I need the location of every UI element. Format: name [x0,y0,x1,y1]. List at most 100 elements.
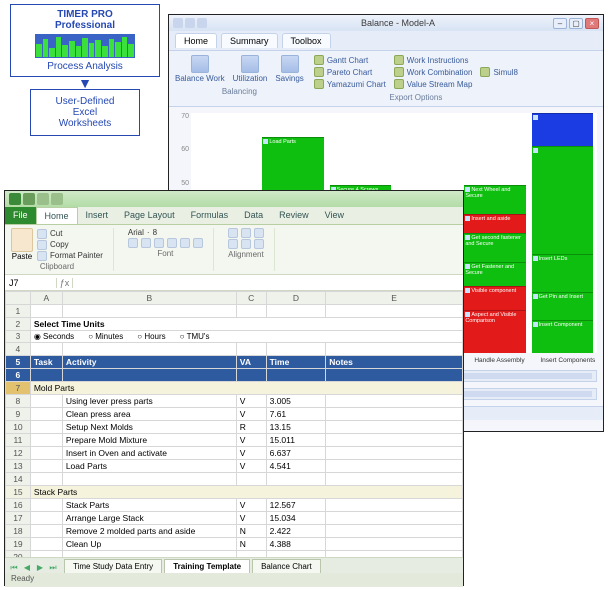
maximize-button[interactable]: ▢ [569,18,583,29]
align-mid-icon[interactable] [241,228,251,238]
cell[interactable] [236,305,266,318]
ribbon-small-button[interactable]: Work Combination [394,67,473,77]
ribbon-small-button[interactable]: Work Instructions [394,55,473,65]
chart-segment[interactable] [532,146,593,254]
row-header[interactable]: 11 [6,434,31,447]
radio-option[interactable]: ○ Minutes [88,332,123,341]
cell[interactable] [30,369,62,382]
chart-segment[interactable]: Insert and aside [464,214,525,233]
name-box[interactable]: J7 [5,278,57,288]
cell[interactable] [326,343,463,356]
excel-tab[interactable]: Home [36,207,78,224]
border-icon[interactable] [167,238,177,248]
cell[interactable]: N [236,525,266,538]
cell[interactable]: V [236,447,266,460]
align-bot-icon[interactable] [254,228,264,238]
cell[interactable] [30,343,62,356]
cell[interactable]: Stack Parts [30,486,462,499]
cell[interactable]: 15.011 [266,434,326,447]
cell[interactable] [62,369,236,382]
row-header[interactable]: 13 [6,460,31,473]
ribbon-item[interactable]: Format Painter [37,251,103,261]
ribbon-item[interactable]: Cut [37,229,103,239]
excel-tab[interactable]: File [5,207,36,224]
sheet-nav-prev-icon[interactable]: ◀ [21,563,33,573]
sheet-nav-last-icon[interactable]: ⏭ [47,563,59,573]
align-right-icon[interactable] [254,239,264,249]
cell[interactable]: Setup Next Molds [62,421,236,434]
font-color-icon[interactable] [193,238,203,248]
balance-tab[interactable]: Toolbox [282,33,331,48]
row-header[interactable]: 18 [6,525,31,538]
align-top-icon[interactable] [228,228,238,238]
cell[interactable] [266,305,326,318]
cell[interactable] [62,473,236,486]
ribbon-small-button[interactable]: Simul8 [480,67,517,77]
chart-segment[interactable]: Get Fastener and Secure [464,262,525,286]
cell[interactable] [326,408,463,421]
cell[interactable] [266,343,326,356]
chart-segment[interactable]: Insert Component [532,320,593,353]
undo-icon[interactable] [37,193,49,205]
underline-icon[interactable] [154,238,164,248]
row-header[interactable]: 3 [6,331,31,343]
cell[interactable] [30,447,62,460]
sheet-nav-next-icon[interactable]: ▶ [34,563,46,573]
cell[interactable] [30,395,62,408]
row-header[interactable]: 15 [6,486,31,499]
col-header[interactable]: B [62,292,236,305]
cell[interactable]: Stack Parts [62,499,236,512]
bold-icon[interactable] [128,238,138,248]
cell[interactable]: V [236,499,266,512]
cell[interactable] [326,305,463,318]
cell[interactable] [30,473,62,486]
cell[interactable] [326,369,463,382]
balance-tab[interactable]: Summary [221,33,278,48]
cell[interactable] [30,512,62,525]
cell[interactable] [30,434,62,447]
paste-icon[interactable] [11,228,33,252]
col-header[interactable]: E [326,292,463,305]
row-header[interactable]: 12 [6,447,31,460]
chart-segment[interactable]: Visible component [464,286,525,310]
table-header[interactable]: VA [236,356,266,369]
chart-segment[interactable] [532,113,593,146]
cell[interactable]: V [236,395,266,408]
excel-tab[interactable]: Insert [78,207,117,224]
redo-icon[interactable] [51,193,63,205]
row-header[interactable]: 9 [6,408,31,421]
cell[interactable]: 13.15 [266,421,326,434]
col-header[interactable]: C [236,292,266,305]
row-header[interactable]: 4 [6,343,31,356]
radio-option[interactable]: ○ Hours [137,332,165,341]
ribbon-small-button[interactable]: Pareto Chart [314,67,386,77]
col-header[interactable]: A [30,292,62,305]
radio-option[interactable]: ○ TMU's [180,332,210,341]
cell[interactable] [236,343,266,356]
cell[interactable] [326,421,463,434]
formula-bar[interactable]: J7 ƒx [5,275,463,291]
excel-grid-scroll[interactable]: ABCDE 12Select Time Units3◉ Seconds○ Min… [5,291,463,557]
cell[interactable] [326,512,463,525]
cell[interactable]: Using lever press parts [62,395,236,408]
cell[interactable] [326,447,463,460]
ribbon-small-button[interactable]: Yamazumi Chart [314,79,386,89]
excel-tab[interactable]: Page Layout [116,207,183,224]
minimize-button[interactable]: – [553,18,567,29]
cell[interactable] [30,305,62,318]
row-header[interactable]: 19 [6,538,31,551]
balance-titlebar[interactable]: Balance - Model-A – ▢ × [169,15,603,31]
cell[interactable] [326,434,463,447]
cell[interactable]: Mold Parts [30,382,462,395]
row-header[interactable]: 10 [6,421,31,434]
excel-tab[interactable]: Data [236,207,271,224]
cell[interactable] [326,499,463,512]
row-header[interactable]: 2 [6,318,31,331]
chart-segment[interactable]: Get second fastener and Secure [464,233,525,262]
cell[interactable] [266,369,326,382]
cell[interactable] [326,525,463,538]
ribbon-small-button[interactable]: Value Stream Map [394,79,473,89]
close-button[interactable]: × [585,18,599,29]
cell[interactable] [326,460,463,473]
sheet-tab[interactable]: Time Study Data Entry [64,559,162,573]
